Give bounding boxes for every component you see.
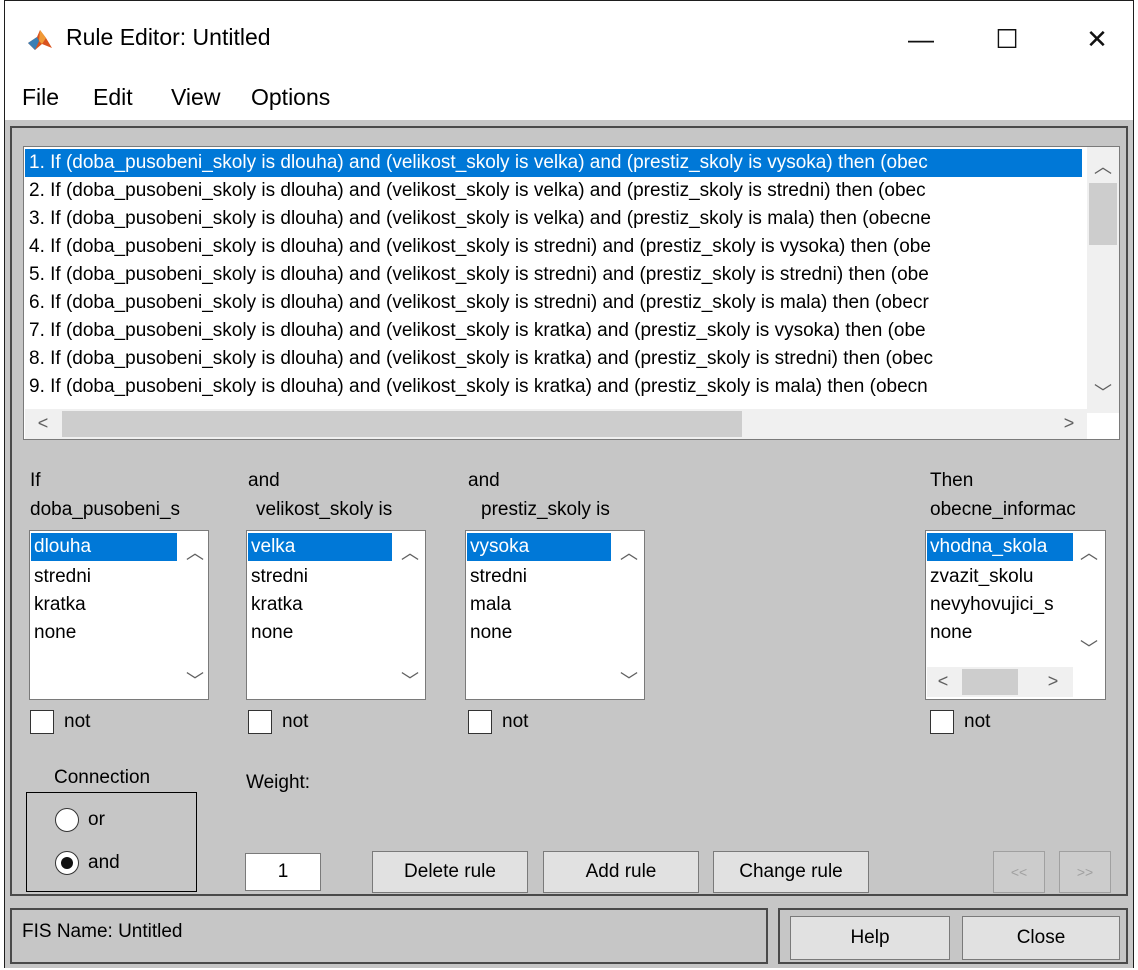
- menu-options[interactable]: Options: [251, 84, 330, 111]
- connection-or-label: or: [88, 809, 105, 830]
- rule-item[interactable]: 4. If (doba_pusobeni_skoly is dlouha) an…: [25, 233, 1082, 261]
- input3-not-label: not: [502, 711, 529, 732]
- list-item[interactable]: vhodna_skola: [927, 533, 1073, 561]
- list-item[interactable]: mala: [467, 591, 611, 619]
- list-item[interactable]: dlouha: [31, 533, 177, 561]
- input3-listbox[interactable]: vysoka stredni mala none ︿ ﹀: [465, 530, 645, 700]
- list-item[interactable]: none: [927, 619, 1073, 647]
- window-title: Rule Editor: Untitled: [66, 24, 271, 50]
- rule-item[interactable]: 9. If (doba_pusobeni_skoly is dlouha) an…: [25, 373, 1082, 401]
- list-item[interactable]: stredni: [31, 563, 177, 591]
- input2-name: velikost_skoly is: [256, 499, 393, 520]
- next-button[interactable]: >>: [1059, 851, 1111, 893]
- connection-and-radio[interactable]: [55, 851, 79, 875]
- list-item[interactable]: stredni: [467, 563, 611, 591]
- output-name: obecne_informac: [930, 499, 1076, 520]
- list-item[interactable]: kratka: [31, 591, 177, 619]
- list-item[interactable]: stredni: [248, 563, 392, 591]
- input1-prefix: If: [30, 470, 41, 491]
- delete-rule-button[interactable]: Delete rule: [372, 851, 528, 893]
- scroll-up-icon[interactable]: ︿: [180, 539, 208, 565]
- list-item[interactable]: nevyhovujici_s: [927, 591, 1073, 619]
- output-listbox[interactable]: vhodna_skola zvazit_skolu nevyhovujici_s…: [925, 530, 1106, 700]
- menu-edit[interactable]: Edit: [93, 84, 133, 111]
- rule-item[interactable]: 6. If (doba_pusobeni_skoly is dlouha) an…: [25, 289, 1082, 317]
- rule-list-vscroll-thumb[interactable]: [1089, 183, 1117, 245]
- weight-input[interactable]: 1: [245, 853, 321, 891]
- scroll-right-icon[interactable]: >: [1038, 671, 1068, 692]
- list-item[interactable]: vysoka: [467, 533, 611, 561]
- minimize-button[interactable]: —: [884, 8, 958, 70]
- scroll-down-icon[interactable]: ﹀: [395, 667, 425, 693]
- output-hscroll-thumb[interactable]: [962, 669, 1018, 695]
- scroll-left-icon[interactable]: <: [928, 671, 958, 692]
- rule-list-hscroll-thumb[interactable]: [62, 411, 742, 437]
- input1-name: doba_pusobeni_s: [30, 499, 181, 520]
- input2-listbox[interactable]: velka stredni kratka none ︿ ﹀: [246, 530, 426, 700]
- rule-item[interactable]: 7. If (doba_pusobeni_skoly is dlouha) an…: [25, 317, 1082, 345]
- scroll-down-icon[interactable]: ﹀: [614, 667, 644, 693]
- input1-listbox[interactable]: dlouha stredni kratka none ︿ ﹀: [29, 530, 209, 700]
- add-rule-button[interactable]: Add rule: [543, 851, 699, 893]
- status-text: FIS Name: Untitled: [22, 921, 183, 942]
- maximize-button[interactable]: ☐: [970, 8, 1044, 70]
- close-button[interactable]: Close: [962, 916, 1120, 960]
- scroll-left-icon[interactable]: <: [28, 413, 58, 434]
- menu-view[interactable]: View: [171, 84, 220, 111]
- radio-selected-dot: [61, 857, 73, 869]
- scroll-up-icon[interactable]: ︿: [395, 539, 425, 565]
- rule-list[interactable]: 1. If (doba_pusobeni_skoly is dlouha) an…: [23, 146, 1120, 440]
- change-rule-button[interactable]: Change rule: [713, 851, 869, 893]
- input3-prefix: and: [468, 470, 500, 491]
- input2-prefix: and: [248, 470, 280, 491]
- output-not-label: not: [964, 711, 991, 732]
- input2-not-label: not: [282, 711, 309, 732]
- rule-item[interactable]: 5. If (doba_pusobeni_skoly is dlouha) an…: [25, 261, 1082, 289]
- input2-not-checkbox[interactable]: [248, 710, 272, 734]
- input3-name: prestiz_skoly is: [481, 499, 610, 520]
- scroll-right-icon[interactable]: >: [1054, 413, 1084, 434]
- menu-file[interactable]: File: [22, 84, 59, 111]
- connection-title: Connection: [46, 767, 159, 789]
- list-item[interactable]: none: [248, 619, 392, 647]
- scroll-up-icon[interactable]: ︿: [1088, 153, 1118, 179]
- scroll-up-icon[interactable]: ︿: [1074, 539, 1104, 565]
- output-not-checkbox[interactable]: [930, 710, 954, 734]
- output-prefix: Then: [930, 470, 974, 491]
- list-item[interactable]: none: [467, 619, 611, 647]
- connection-and-label: and: [88, 852, 120, 873]
- rule-item[interactable]: 8. If (doba_pusobeni_skoly is dlouha) an…: [25, 345, 1082, 373]
- input3-not-checkbox[interactable]: [468, 710, 492, 734]
- scroll-up-icon[interactable]: ︿: [614, 539, 644, 565]
- weight-label: Weight:: [246, 772, 311, 793]
- input1-not-checkbox[interactable]: [30, 710, 54, 734]
- scroll-down-icon[interactable]: ﹀: [1088, 379, 1118, 405]
- help-button[interactable]: Help: [790, 916, 950, 960]
- rule-item[interactable]: 1. If (doba_pusobeni_skoly is dlouha) an…: [25, 149, 1082, 177]
- list-item[interactable]: velka: [248, 533, 392, 561]
- connection-or-radio[interactable]: [55, 808, 79, 832]
- list-item[interactable]: kratka: [248, 591, 392, 619]
- prev-button[interactable]: <<: [993, 851, 1045, 893]
- matlab-logo-icon: [26, 26, 54, 54]
- scroll-down-icon[interactable]: ﹀: [180, 667, 208, 693]
- scroll-down-icon[interactable]: ﹀: [1074, 635, 1104, 661]
- connection-groupbox: [26, 792, 197, 892]
- close-window-button[interactable]: ✕: [1060, 8, 1134, 70]
- list-item[interactable]: none: [31, 619, 177, 647]
- rule-item[interactable]: 2. If (doba_pusobeni_skoly is dlouha) an…: [25, 177, 1082, 205]
- input1-not-label: not: [64, 711, 91, 732]
- list-item[interactable]: zvazit_skolu: [927, 563, 1073, 591]
- rule-item[interactable]: 3. If (doba_pusobeni_skoly is dlouha) an…: [25, 205, 1082, 233]
